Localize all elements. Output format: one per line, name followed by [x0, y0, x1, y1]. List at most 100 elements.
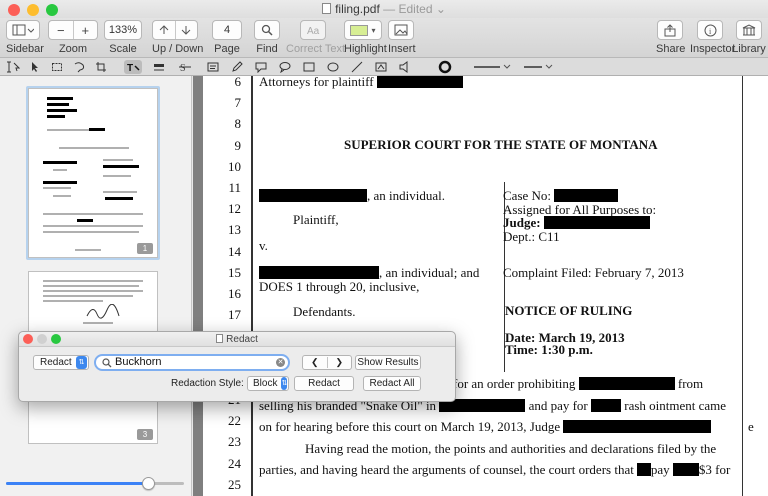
oval-tool-icon[interactable]: [324, 60, 342, 74]
redaction-style-popup[interactable]: Block ⇅: [247, 376, 289, 391]
redact-all-button[interactable]: Redact All: [363, 376, 421, 391]
correct-text-button[interactable]: Aa: [300, 20, 326, 40]
insert-group: Insert: [388, 20, 416, 55]
redaction-style-value: Block: [253, 378, 278, 389]
zoom-in-button[interactable]: +: [74, 21, 98, 39]
correct-text-label: Correct Text: [286, 43, 346, 55]
doc-line-22: on for hearing before this court on Marc…: [259, 419, 712, 435]
speaker-tool-icon[interactable]: [396, 60, 414, 74]
chevron-down-icon: ▾: [371, 25, 376, 35]
page-thumbnail-image: 3: [28, 396, 158, 444]
redact-line-tool-icon[interactable]: [150, 60, 168, 74]
line-number: 10: [228, 158, 241, 174]
line-number: 16: [228, 286, 241, 301]
toolbar: Sidebar − + Zoom 133% Scale Up / Down 4 …: [0, 18, 768, 58]
party-line: , an individual.: [259, 188, 445, 204]
document-icon: [216, 334, 224, 343]
dept-line: Dept.: C11: [503, 229, 560, 244]
redact-mode-popup[interactable]: Redact ⇅: [33, 355, 89, 370]
thumbnail-size-slider-knob[interactable]: [142, 477, 156, 490]
page-number-field[interactable]: 4: [212, 20, 242, 40]
arrow-down-icon: [181, 26, 191, 35]
insert-button[interactable]: [388, 20, 414, 40]
svg-text:i: i: [709, 27, 712, 36]
text-selection-tool-icon[interactable]: [4, 60, 22, 74]
title-bar: filing.pdf — Edited ⌄: [0, 0, 768, 18]
line-number: 23: [228, 434, 241, 450]
redact-search-field[interactable]: Buckhorn ✕: [94, 354, 290, 371]
sidebar-toggle-button[interactable]: [6, 20, 40, 40]
redaction-block: [672, 463, 699, 476]
app-window: filing.pdf — Edited ⌄ Sidebar − + Zoom 1…: [0, 0, 768, 496]
arrow-up-icon: [159, 25, 169, 34]
scale-field[interactable]: 133%: [104, 20, 142, 40]
page-up-button[interactable]: [153, 21, 176, 39]
thumbnail-size-slider[interactable]: [6, 477, 184, 490]
share-button[interactable]: [657, 20, 683, 40]
rectangle-tool-icon[interactable]: [300, 60, 318, 74]
chevron-down-icon[interactable]: ⌄: [436, 2, 446, 16]
page-thumbnail[interactable]: 1: [26, 86, 160, 260]
inspector-button[interactable]: i: [697, 20, 723, 40]
library-button[interactable]: [736, 20, 762, 40]
zoom-out-button[interactable]: −: [49, 21, 74, 39]
line-number: 13: [228, 222, 241, 238]
svg-text:S: S: [180, 63, 186, 73]
share-group: Share: [656, 20, 686, 55]
signature-icon: [86, 304, 120, 319]
crop-tool-icon[interactable]: [92, 60, 110, 74]
highlight-label: Highlight: [344, 43, 387, 55]
page-thumbnail[interactable]: [26, 269, 160, 335]
document-icon: [322, 3, 332, 14]
text-box-tool-icon[interactable]: [204, 60, 222, 74]
highlight-color-swatch: [350, 24, 369, 36]
highlight-group: ▾ Highlight: [344, 20, 387, 55]
comment-tool-icon[interactable]: [276, 60, 294, 74]
redact-search-input[interactable]: Buckhorn: [115, 356, 161, 369]
highlight-button[interactable]: ▾: [344, 20, 382, 40]
show-results-button[interactable]: Show Results: [355, 355, 421, 370]
filename: filing.pdf: [335, 2, 380, 16]
next-match-button[interactable]: ❯: [328, 357, 352, 368]
correct-text-icon: Aa: [307, 26, 320, 36]
redact-text-tool-icon[interactable]: T: [124, 60, 142, 74]
prev-next-control: ❮ ❯: [302, 355, 352, 370]
stroke-width-icon[interactable]: [436, 60, 454, 74]
line-end-dropdown[interactable]: [522, 60, 554, 74]
share-label: Share: [656, 43, 686, 55]
updown-label: Up / Down: [152, 43, 204, 55]
lasso-tool-icon[interactable]: [70, 60, 88, 74]
strikeout-tool-icon[interactable]: S: [176, 60, 194, 74]
page-group: 4 Page: [212, 20, 242, 55]
redact-button[interactable]: Redact: [294, 376, 354, 391]
document-view[interactable]: 678910111213141516171819202122232425 Att…: [193, 76, 768, 496]
rectangle-select-tool-icon[interactable]: [48, 60, 66, 74]
page-down-button[interactable]: [176, 21, 198, 39]
redaction-block: [259, 189, 367, 202]
note-tool-icon[interactable]: [252, 60, 270, 74]
page-number-badge: 1: [137, 243, 153, 254]
close-panel-button[interactable]: [23, 334, 33, 344]
line-tool-icon[interactable]: [348, 60, 366, 74]
pdf-page: 678910111213141516171819202122232425 Att…: [203, 76, 768, 496]
clear-search-icon[interactable]: ✕: [276, 358, 285, 367]
pointer-tool-icon[interactable]: [26, 60, 44, 74]
pen-tool-icon[interactable]: [228, 60, 246, 74]
find-label: Find: [256, 43, 278, 55]
search-icon: [261, 24, 273, 36]
image-icon: [394, 24, 408, 36]
redact-mode-value: Redact: [40, 357, 72, 368]
zoom-segmented-control: − +: [48, 20, 98, 40]
line-number: 11: [228, 180, 241, 195]
find-button[interactable]: [254, 20, 280, 40]
info-icon: i: [704, 24, 716, 36]
search-icon: [102, 358, 112, 368]
find-group: Find: [254, 20, 280, 55]
previous-match-button[interactable]: ❮: [303, 357, 328, 368]
scale-label: Scale: [109, 43, 137, 55]
line-style-dropdown[interactable]: [472, 60, 512, 74]
stamp-tool-icon[interactable]: [372, 60, 390, 74]
library-group: Library: [732, 20, 766, 55]
zoom-panel-button[interactable]: [51, 334, 61, 344]
redaction-block: [563, 420, 712, 433]
